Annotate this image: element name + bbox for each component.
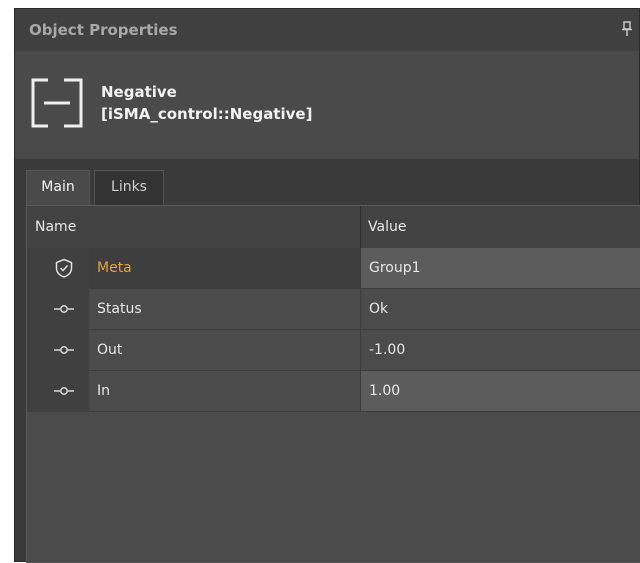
row-icon-cell (27, 248, 89, 289)
row-icon-cell (27, 330, 89, 371)
object-type: [iSMA_control::Negative] (101, 105, 313, 123)
property-row-in[interactable]: In 1.00 (27, 371, 640, 412)
column-divider[interactable] (360, 206, 361, 248)
row-icon-cell (27, 371, 89, 412)
property-name: Out (97, 342, 123, 358)
grid-header: Name Value (27, 206, 640, 249)
row-name-cell: Status (89, 289, 360, 330)
object-properties-panel: Object Properties Negative [iSMA_control… (14, 8, 640, 563)
property-name: Status (97, 301, 142, 317)
row-value-cell[interactable]: Ok (360, 289, 640, 330)
object-header: Negative [iSMA_control::Negative] (15, 51, 639, 159)
tab-links[interactable]: Links (94, 170, 164, 205)
pin-icon[interactable] (621, 21, 633, 37)
property-value: 1.00 (369, 383, 401, 399)
row-value-cell[interactable]: -1.00 (360, 330, 640, 371)
properties-grid: Name Value Meta Group1 Status Ok Out -1.… (26, 205, 640, 563)
property-name: In (97, 383, 111, 399)
tab-main[interactable]: Main (26, 170, 90, 205)
panel-titlebar: Object Properties (15, 9, 639, 51)
slot-icon (54, 346, 74, 354)
property-value: -1.00 (369, 342, 406, 358)
slot-icon (54, 305, 74, 313)
row-name-cell: Meta (89, 248, 360, 289)
column-header-name[interactable]: Name (35, 219, 76, 235)
row-name-cell: In (89, 371, 360, 412)
negative-block-icon (31, 78, 83, 128)
row-value-cell[interactable]: 1.00 (360, 371, 640, 412)
property-value: Group1 (369, 260, 421, 276)
row-icon-cell (27, 289, 89, 330)
shield-check-icon (55, 258, 73, 278)
property-name: Meta (97, 260, 132, 276)
property-row-out[interactable]: Out -1.00 (27, 330, 640, 371)
slot-icon (54, 387, 74, 395)
panel-title: Object Properties (29, 21, 178, 39)
property-row-meta[interactable]: Meta Group1 (27, 248, 640, 289)
column-header-value[interactable]: Value (368, 219, 406, 235)
row-value-cell[interactable]: Group1 (360, 248, 640, 289)
row-name-cell: Out (89, 330, 360, 371)
object-name: Negative (101, 83, 177, 101)
property-value: Ok (369, 301, 389, 317)
property-row-status[interactable]: Status Ok (27, 289, 640, 330)
tab-bar: Main Links (15, 159, 639, 205)
